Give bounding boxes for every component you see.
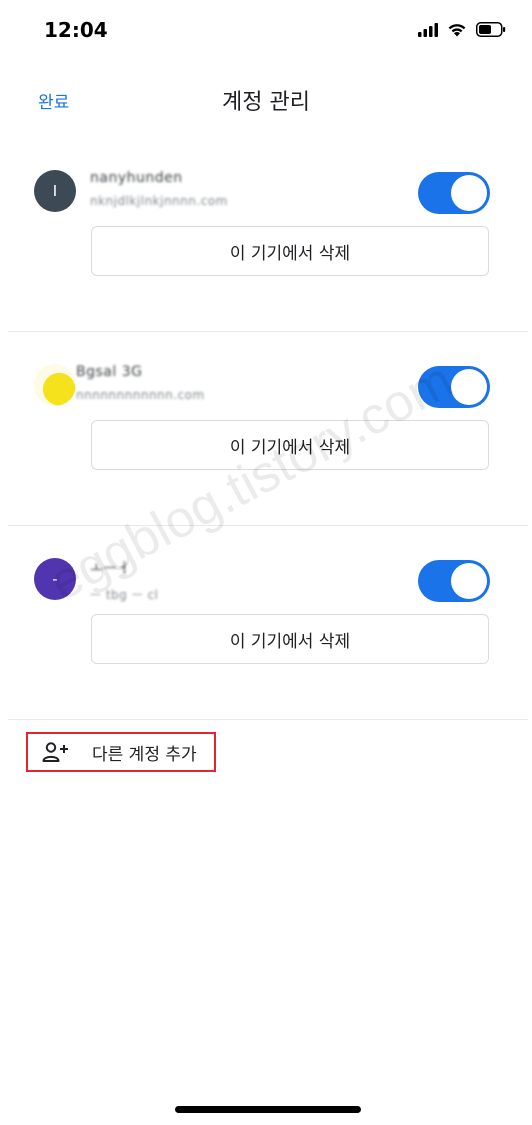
account-info: nanyhunden nknjdlkjlnkjnnnn.com bbox=[90, 170, 228, 208]
avatar: - bbox=[34, 558, 76, 600]
nav-bar: 완료 계정 관리 bbox=[0, 64, 532, 140]
home-indicator[interactable] bbox=[175, 1106, 361, 1113]
account-info: ㅗㅡㅓ ㅡ tbg ㅡ cl bbox=[90, 558, 158, 603]
avatar: I bbox=[34, 170, 76, 212]
account-sync-toggle[interactable] bbox=[418, 366, 490, 408]
account-email: ㅡ tbg ㅡ cl bbox=[90, 588, 159, 602]
account-item: Bgsal 3G nnnnnnnnnnnn.com 이 기기에서 삭제 bbox=[0, 334, 532, 528]
add-account-label: 다른 계정 추가 bbox=[92, 744, 197, 765]
account-name: nanyhunden bbox=[90, 170, 183, 186]
status-time: 12:04 bbox=[44, 18, 108, 42]
toggle-knob bbox=[451, 563, 487, 599]
toggle-knob bbox=[451, 175, 487, 211]
remove-from-device-button[interactable]: 이 기기에서 삭제 bbox=[91, 420, 489, 470]
account-email: nknjdlkjlnkjnnnn.com bbox=[90, 194, 228, 208]
account-info: Bgsal 3G nnnnnnnnnnnn.com bbox=[76, 364, 205, 402]
avatar bbox=[34, 364, 76, 406]
page-title: 계정 관리 bbox=[222, 90, 310, 115]
divider bbox=[8, 331, 528, 332]
wifi-icon bbox=[447, 22, 467, 41]
account-email: nnnnnnnnnnnn.com bbox=[76, 388, 205, 402]
account-sync-toggle[interactable] bbox=[418, 172, 490, 214]
add-account-button[interactable]: 다른 계정 추가 bbox=[26, 732, 216, 772]
toggle-knob bbox=[451, 369, 487, 405]
account-name: ㅗㅡㅓ bbox=[90, 561, 131, 577]
cellular-signal-icon bbox=[418, 22, 438, 41]
account-sync-toggle[interactable] bbox=[418, 560, 490, 602]
remove-from-device-button[interactable]: 이 기기에서 삭제 bbox=[91, 614, 489, 664]
account-name: Bgsal 3G bbox=[76, 364, 143, 380]
account-item: I nanyhunden nknjdlkjlnkjnnnn.com 이 기기에서… bbox=[0, 140, 532, 334]
battery-icon bbox=[476, 22, 506, 41]
divider bbox=[8, 719, 528, 720]
status-icons bbox=[418, 22, 506, 41]
account-item: - ㅗㅡㅓ ㅡ tbg ㅡ cl 이 기기에서 삭제 bbox=[0, 528, 532, 722]
remove-from-device-button[interactable]: 이 기기에서 삭제 bbox=[91, 226, 489, 276]
status-bar: 12:04 bbox=[0, 0, 532, 64]
divider bbox=[8, 525, 528, 526]
add-person-icon bbox=[42, 741, 70, 763]
